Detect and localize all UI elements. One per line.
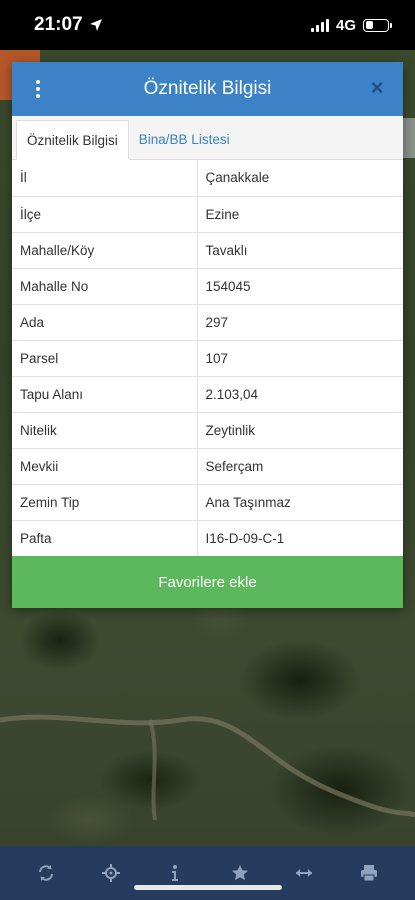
location-arrow-icon	[89, 19, 102, 31]
attribute-value: 2.103,04	[197, 376, 403, 413]
table-row: Parsel 107	[12, 340, 403, 377]
more-options-icon[interactable]	[28, 76, 48, 102]
bottom-toolbar	[0, 846, 415, 900]
map-control-fragment-right	[401, 118, 415, 158]
home-indicator	[134, 885, 282, 890]
attribute-value: 107	[197, 340, 403, 377]
attribute-key: Mahalle No	[12, 268, 198, 305]
attribute-value: I16-D-09-C-1	[197, 520, 403, 557]
attribute-key: Parsel	[12, 340, 198, 377]
attribute-key: Pafta	[12, 520, 198, 557]
tab-building-list[interactable]: Bina/BB Listesi	[129, 119, 240, 159]
attribute-key: İl	[12, 160, 198, 197]
network-label: 4G	[335, 16, 356, 34]
table-row: İlçe Ezine	[12, 196, 403, 233]
attribute-key: Mevkii	[12, 448, 198, 485]
table-row: Tapu Alanı 2.103,04	[12, 376, 403, 413]
star-icon[interactable]	[222, 858, 258, 888]
attribute-info-modal: Öznitelik Bilgisi × Öznitelik Bilgisi Bi…	[12, 62, 403, 608]
table-row: Zemin Tip Ana Taşınmaz	[12, 484, 403, 521]
attribute-value: 297	[197, 304, 403, 341]
table-row: Pafta I16-D-09-C-1	[12, 520, 403, 557]
measure-icon[interactable]	[286, 858, 322, 888]
attribute-value: 154045	[197, 268, 403, 305]
info-icon[interactable]	[157, 858, 193, 888]
attribute-key: Tapu Alanı	[12, 376, 198, 413]
refresh-icon[interactable]	[28, 858, 64, 888]
attribute-key: Nitelik	[12, 412, 198, 449]
print-icon[interactable]	[351, 858, 387, 888]
clock: 21:07	[34, 14, 83, 35]
map-road	[0, 700, 415, 821]
attribute-key: Zemin Tip	[12, 484, 198, 521]
table-row: Mahalle/Köy Tavaklı	[12, 232, 403, 269]
attribute-key: Mahalle/Köy	[12, 232, 198, 269]
status-indicators: 4G	[310, 16, 392, 34]
attribute-table: İl Çanakkale İlçe Ezine Mahalle/Köy Tavaklı Ma…	[12, 160, 403, 557]
table-row: Nitelik Zeytinlik	[12, 412, 403, 449]
attribute-value: Zeytinlik	[197, 412, 403, 449]
tab-attribute-info[interactable]: Öznitelik Bilgisi	[16, 120, 129, 160]
add-favorite-button[interactable]: Favorilere ekle	[12, 556, 403, 608]
attribute-value: Tavaklı	[197, 232, 403, 269]
battery-icon	[363, 18, 392, 32]
attribute-key: İlçe	[12, 196, 198, 233]
modal-title: Öznitelik Bilgisi	[143, 78, 272, 99]
table-row: Mahalle No 154045	[12, 268, 403, 305]
status-time: 21:07	[34, 14, 103, 36]
attribute-value: Ana Taşınmaz	[197, 484, 403, 521]
close-icon[interactable]: ×	[365, 76, 389, 100]
attribute-value: Çanakkale	[197, 160, 403, 197]
signal-icon	[310, 18, 329, 32]
status-bar: 21:07 4G	[0, 0, 415, 50]
attribute-value: Ezine	[197, 196, 403, 233]
attribute-key: Ada	[12, 304, 198, 341]
attribute-value: Seferçam	[197, 448, 403, 485]
table-row: Mevkii Seferçam	[12, 448, 403, 485]
table-row: Ada 297	[12, 304, 403, 341]
table-row: İl Çanakkale	[12, 160, 403, 197]
tab-bar: Öznitelik Bilgisi Bina/BB Listesi	[12, 116, 403, 160]
modal-header: Öznitelik Bilgisi ×	[12, 62, 403, 116]
locate-icon[interactable]	[93, 858, 129, 888]
